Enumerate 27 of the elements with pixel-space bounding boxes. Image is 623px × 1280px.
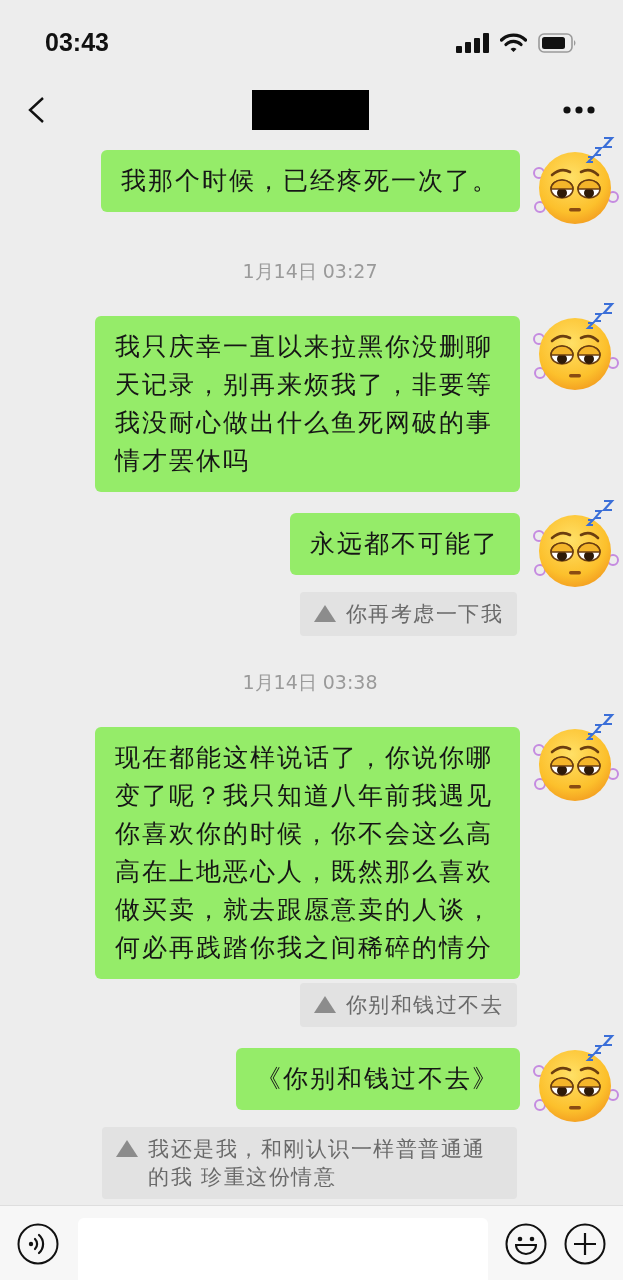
timestamp: 1月14日 03:27 [242, 259, 378, 283]
sleepy-face-icon[interactable] [530, 135, 620, 225]
quote-text: 你再考虑一下我 [345, 601, 503, 628]
wifi-icon [500, 32, 527, 53]
emoji-icon[interactable] [505, 1223, 547, 1265]
timestamp: 1月14日 03:38 [242, 670, 378, 694]
back-icon[interactable] [26, 96, 46, 124]
more-icon[interactable] [563, 106, 595, 114]
plus-icon[interactable] [564, 1223, 606, 1265]
message-bubble: 现在都能这样说话了，你说你哪变了呢？我只知道八年前我遇见你喜欢你的时候，你不会这么高高在上地恶心人，既然那么喜欢做买卖，就去跟愿意卖的人谈，何必再践踏你我之间稀碎的情分 [95, 727, 520, 979]
triangle-icon [313, 996, 336, 1013]
sleepy-face-icon[interactable] [530, 1033, 620, 1123]
sleepy-face-icon[interactable] [530, 712, 620, 802]
sleepy-face-icon[interactable] [530, 301, 620, 391]
signal-icon [456, 32, 489, 53]
message-bubble: 《你别和钱过不去》 [236, 1048, 520, 1110]
message-bubble: 永远都不可能了 [290, 513, 520, 575]
message-bubble: 我那个时候，已经疼死一次了。 [101, 150, 520, 212]
status-time: 03:43 [45, 28, 109, 57]
quote-text: 你别和钱过不去 [345, 992, 503, 1019]
voice-icon[interactable] [17, 1223, 59, 1265]
triangle-icon [313, 605, 336, 622]
quote-text: 我还是我，和刚认识一样普普通通的我 珍重这份情意 [148, 1136, 487, 1191]
message-bubble: 我只庆幸一直以来拉黑你没删聊天记录，别再来烦我了，非要等我没耐心做出什么鱼死网破的事情才罢休吗 [95, 316, 520, 492]
battery-icon [538, 32, 577, 53]
triangle-icon [116, 1140, 138, 1157]
sleepy-face-icon[interactable] [530, 498, 620, 588]
